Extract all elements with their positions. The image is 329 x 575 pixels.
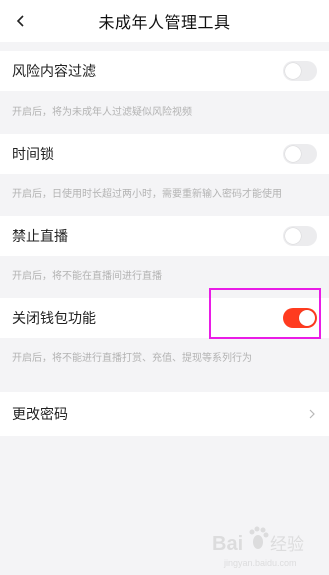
setting-row-risk-filter: 风险内容过滤	[0, 51, 329, 91]
setting-label: 禁止直播	[12, 229, 68, 245]
setting-row-time-lock: 时间锁	[0, 134, 329, 174]
svg-text:经验: 经验	[270, 535, 304, 555]
wallet-toggle[interactable]	[283, 308, 317, 328]
setting-row-wallet: 关闭钱包功能	[0, 298, 329, 338]
toggle-knob	[285, 63, 301, 79]
setting-label: 时间锁	[12, 147, 54, 163]
time-lock-toggle[interactable]	[283, 144, 317, 164]
setting-description: 开启后，日使用时长超过两小时，需要重新输入密码才能使用	[12, 189, 282, 200]
setting-row-disable-live: 禁止直播	[0, 216, 329, 256]
change-password-label: 更改密码	[12, 407, 68, 423]
toggle-knob	[285, 228, 301, 244]
change-password-row[interactable]: 更改密码	[0, 392, 329, 436]
baidu-jingyan-watermark: Bai 经验 jingyan.baidu.com	[212, 526, 304, 568]
setting-description: 开启后，将不能在直播间进行直播	[12, 271, 162, 282]
top-bar: 未成年人管理工具	[0, 0, 329, 42]
risk-filter-toggle[interactable]	[283, 61, 317, 81]
svg-text:Bai: Bai	[212, 533, 243, 555]
chevron-left-icon	[16, 15, 24, 27]
setting-label: 关闭钱包功能	[12, 311, 96, 327]
svg-text:jingyan.baidu.com: jingyan.baidu.com	[223, 558, 297, 568]
disable-live-toggle[interactable]	[283, 226, 317, 246]
setting-description: 开启后，将为未成年人过滤疑似风险视频	[12, 107, 192, 118]
page-title: 未成年人管理工具	[98, 13, 231, 32]
toggle-knob	[285, 146, 301, 162]
setting-description: 开启后，将不能进行直播打赏、充值、提现等系列行为	[12, 353, 252, 364]
toggle-knob	[299, 310, 315, 326]
chevron-right-icon	[309, 409, 315, 419]
setting-label: 风险内容过滤	[12, 64, 96, 80]
back-button[interactable]	[6, 6, 36, 36]
